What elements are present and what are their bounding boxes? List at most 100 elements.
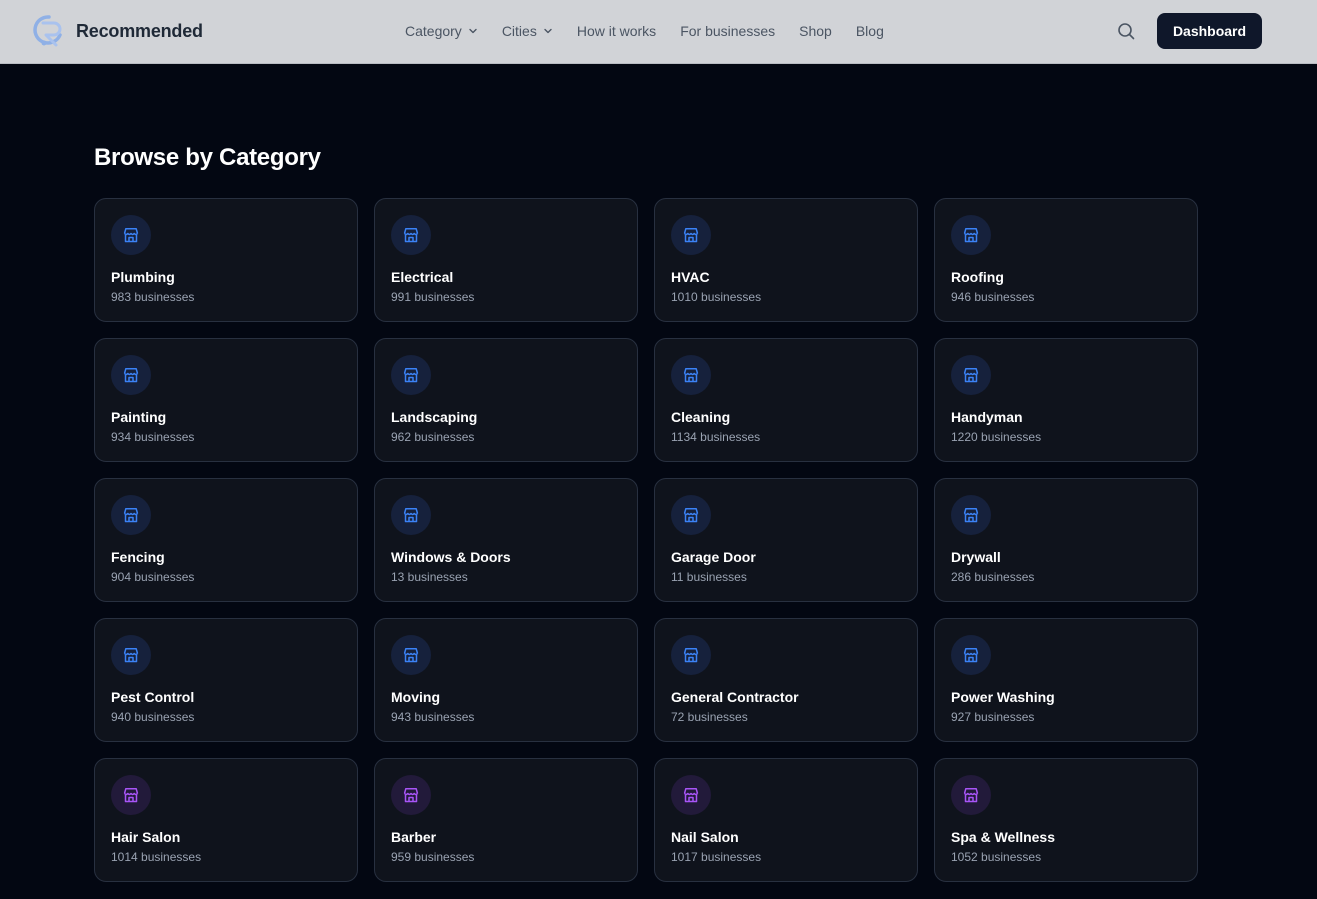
category-card-drywall[interactable]: Drywall 286 businesses <box>934 478 1198 602</box>
storefront-icon <box>123 228 139 243</box>
category-name: Cleaning <box>671 409 731 425</box>
category-count: 962 businesses <box>391 430 475 444</box>
category-card-nail-salon[interactable]: Nail Salon 1017 businesses <box>654 758 918 882</box>
category-card-general-contractor[interactable]: General Contractor 72 businesses <box>654 618 918 742</box>
category-icon-badge <box>951 215 991 255</box>
category-icon-badge <box>671 495 711 535</box>
storefront-icon <box>683 228 699 243</box>
category-count: 946 businesses <box>951 290 1035 304</box>
category-count: 927 businesses <box>951 710 1035 724</box>
storefront-icon <box>963 648 979 663</box>
category-card-roofing[interactable]: Roofing 946 businesses <box>934 198 1198 322</box>
category-card-handyman[interactable]: Handyman 1220 businesses <box>934 338 1198 462</box>
category-count: 904 businesses <box>111 570 195 584</box>
nav-item-how-it-works[interactable]: How it works <box>577 23 656 39</box>
nav-item-for-businesses[interactable]: For businesses <box>680 23 775 39</box>
storefront-icon <box>683 508 699 523</box>
category-card-spa-and-wellness[interactable]: Spa & Wellness 1052 businesses <box>934 758 1198 882</box>
category-count: 934 businesses <box>111 430 195 444</box>
category-icon-badge <box>951 495 991 535</box>
brand-logo[interactable]: Recommended <box>32 13 203 49</box>
category-icon-badge <box>391 355 431 395</box>
search-button[interactable] <box>1116 21 1136 41</box>
category-name: Windows & Doors <box>391 549 511 565</box>
category-icon-badge <box>111 495 151 535</box>
category-count: 286 businesses <box>951 570 1035 584</box>
category-count: 1017 businesses <box>671 850 762 864</box>
category-name: Plumbing <box>111 269 175 285</box>
category-count: 1010 businesses <box>671 290 762 304</box>
nav-item-label: Category <box>405 23 462 39</box>
nav-item-label: Blog <box>855 23 884 39</box>
category-count: 991 businesses <box>391 290 475 304</box>
category-count: 943 businesses <box>391 710 475 724</box>
category-name: Spa & Wellness <box>951 829 1056 845</box>
category-card-moving[interactable]: Moving 943 businesses <box>374 618 638 742</box>
category-count: 1220 businesses <box>951 430 1042 444</box>
category-card-landscaping[interactable]: Landscaping 962 businesses <box>374 338 638 462</box>
storefront-icon <box>683 648 699 663</box>
page-title: Browse by Category <box>94 144 321 171</box>
category-name: Barber <box>391 829 437 845</box>
category-icon-badge <box>671 215 711 255</box>
category-count: 1014 businesses <box>111 850 202 864</box>
category-card-power-washing[interactable]: Power Washing 927 businesses <box>934 618 1198 742</box>
category-name: Painting <box>111 409 167 425</box>
category-icon-badge <box>111 355 151 395</box>
category-count: 940 businesses <box>111 710 195 724</box>
category-card-plumbing[interactable]: Plumbing 983 businesses <box>94 198 358 322</box>
dashboard-button[interactable]: Dashboard <box>1157 13 1262 49</box>
category-icon-badge <box>671 775 711 815</box>
site-header: Recommended Category Cities How it works Fo… <box>0 0 1317 64</box>
category-icon-badge <box>391 215 431 255</box>
category-card-pest-control[interactable]: Pest Control 940 businesses <box>94 618 358 742</box>
storefront-icon <box>403 788 419 803</box>
category-name: Electrical <box>391 269 454 285</box>
category-icon-badge <box>111 635 151 675</box>
category-name: Pest Control <box>111 689 195 705</box>
category-name: Moving <box>391 689 440 705</box>
nav-item-label: For businesses <box>680 23 776 39</box>
category-name: Drywall <box>951 549 1001 565</box>
category-name: Fencing <box>111 549 165 565</box>
chevron-down-icon <box>544 28 552 34</box>
nav-item-category[interactable]: Category <box>405 23 478 39</box>
nav-item-label: Shop <box>799 23 832 39</box>
storefront-icon <box>403 368 419 383</box>
storefront-icon <box>963 508 979 523</box>
category-card-electrical[interactable]: Electrical 991 businesses <box>374 198 638 322</box>
nav-item-cities[interactable]: Cities <box>502 23 553 39</box>
category-name: Hair Salon <box>111 829 181 845</box>
storefront-icon <box>683 368 699 383</box>
category-card-painting[interactable]: Painting 934 businesses <box>94 338 358 462</box>
nav-item-shop[interactable]: Shop <box>799 23 832 39</box>
category-icon-badge <box>671 355 711 395</box>
nav-item-blog[interactable]: Blog <box>856 23 884 39</box>
category-name: HVAC <box>671 269 710 285</box>
category-icon-badge <box>951 355 991 395</box>
category-icon-badge <box>951 775 991 815</box>
category-name: Garage Door <box>671 549 756 565</box>
chevron-down-icon <box>469 28 477 34</box>
category-card-windows-and-doors[interactable]: Windows & Doors 13 businesses <box>374 478 638 602</box>
storefront-icon <box>123 368 139 383</box>
category-name: Power Washing <box>951 689 1055 705</box>
category-card-hair-salon[interactable]: Hair Salon 1014 businesses <box>94 758 358 882</box>
category-name: Handyman <box>951 409 1023 425</box>
category-card-hvac[interactable]: HVAC 1010 businesses <box>654 198 918 322</box>
category-card-cleaning[interactable]: Cleaning 1134 businesses <box>654 338 918 462</box>
category-icon-badge <box>391 495 431 535</box>
category-name: Roofing <box>951 269 1004 285</box>
category-card-garage-door[interactable]: Garage Door 11 businesses <box>654 478 918 602</box>
category-count: 1134 businesses <box>671 430 761 444</box>
storefront-icon <box>123 648 139 663</box>
nav-item-label: How it works <box>576 23 657 39</box>
category-card-fencing[interactable]: Fencing 904 businesses <box>94 478 358 602</box>
storefront-icon <box>403 228 419 243</box>
search-icon <box>1118 23 1135 40</box>
category-count: 11 businesses <box>671 570 747 584</box>
category-name: Nail Salon <box>671 829 739 845</box>
storefront-icon <box>123 788 139 803</box>
category-card-barber[interactable]: Barber 959 businesses <box>374 758 638 882</box>
category-count: 13 businesses <box>391 570 468 584</box>
